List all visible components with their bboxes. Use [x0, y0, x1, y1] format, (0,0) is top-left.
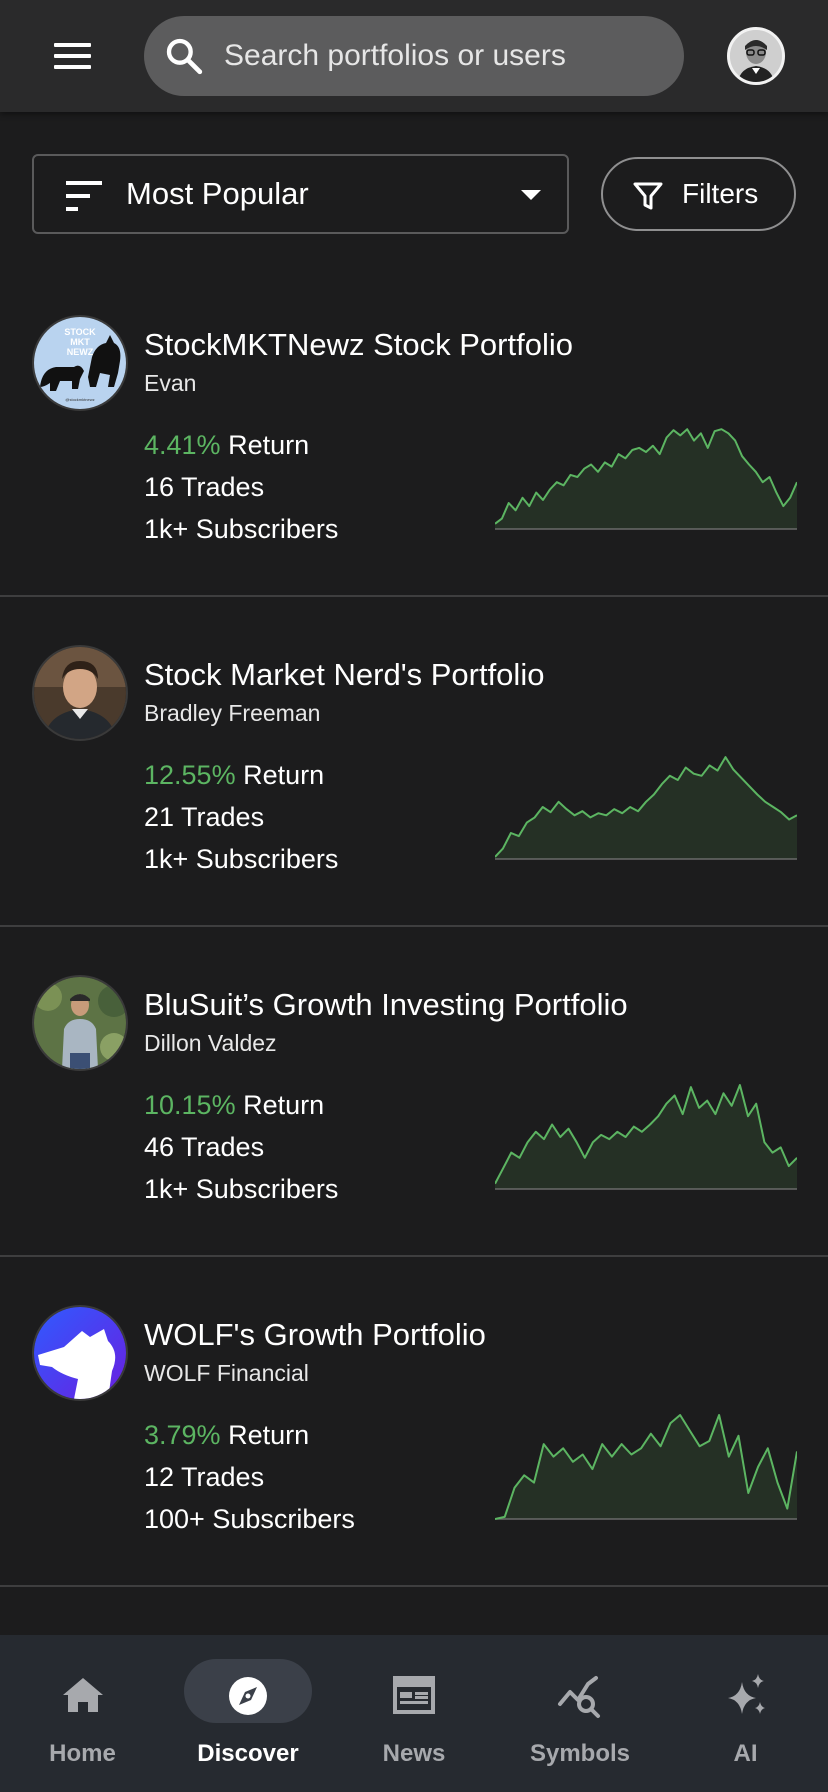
user-avatar-image — [730, 30, 782, 82]
svg-text:STOCK: STOCK — [64, 327, 96, 337]
portfolio-stats: 4.41% Return 16 Trades 1k+ Subscribers — [144, 424, 338, 550]
search-icon — [166, 38, 203, 75]
search-bar[interactable] — [144, 16, 684, 96]
return-percent: 4.41% — [144, 430, 221, 460]
return-label: Return — [220, 1420, 310, 1450]
app-root: Most Popular Filters STOCK MKT NEWZ @sto… — [0, 0, 828, 1792]
newspaper-icon — [393, 1676, 435, 1714]
top-app-bar — [0, 0, 828, 112]
portfolio-trades: 12 Trades — [144, 1462, 265, 1492]
sparkline-area — [495, 1415, 797, 1519]
sort-icon — [66, 181, 102, 211]
nav-symbols-label: Symbols — [529, 1740, 631, 1767]
portfolio-avatar — [32, 975, 128, 1071]
portfolio-avatar — [32, 1305, 128, 1401]
portfolio-owner: WOLF Financial — [144, 1360, 309, 1386]
portfolio-avatar: STOCK MKT NEWZ @stockmktnewz — [32, 315, 128, 411]
filters-label: Filters — [682, 178, 759, 209]
nav-symbols[interactable]: Symbols — [497, 1635, 663, 1792]
portfolio-card[interactable]: WOLF's Growth Portfolio WOLF Financial 3… — [0, 1257, 828, 1587]
portfolio-sparkline — [495, 428, 797, 530]
portfolio-owner: Bradley Freeman — [144, 700, 321, 726]
nav-news-label: News — [382, 1740, 446, 1767]
portfolio-sparkline — [495, 1414, 797, 1520]
nav-ai[interactable]: AI — [663, 1635, 828, 1792]
nav-discover-label: Discover — [197, 1740, 299, 1767]
sparkline-area — [495, 429, 797, 529]
nav-discover[interactable]: Discover — [165, 1635, 331, 1792]
return-percent: 10.15% — [144, 1090, 236, 1120]
sort-selected-label: Most Popular — [126, 176, 309, 211]
sparkline-area — [495, 757, 797, 859]
portfolio-trades: 46 Trades — [144, 1132, 265, 1162]
compass-icon — [229, 1677, 267, 1715]
nav-news[interactable]: News — [331, 1635, 497, 1792]
portfolio-avatar — [32, 645, 128, 741]
portfolio-sparkline — [495, 756, 797, 860]
portfolio-return: 4.41% Return — [144, 424, 338, 466]
portfolio-card[interactable]: STOCK MKT NEWZ @stockmktnewz StockMKTNew… — [0, 267, 828, 597]
chart-search-icon — [558, 1676, 600, 1718]
portfolio-sparkline — [495, 1084, 797, 1190]
portfolio-stats: 12.55% Return 21 Trades 1k+ Subscribers — [144, 754, 338, 880]
portfolio-trades: 16 Trades — [144, 472, 265, 502]
portfolio-list: STOCK MKT NEWZ @stockmktnewz StockMKTNew… — [0, 267, 828, 1587]
nav-home-label: Home — [49, 1740, 116, 1767]
portfolio-stats: 10.15% Return 46 Trades 1k+ Subscribers — [144, 1084, 338, 1210]
hamburger-menu-icon[interactable] — [40, 30, 104, 82]
svg-text:@stockmktnewz: @stockmktnewz — [65, 397, 94, 402]
portfolio-subscribers: 1k+ Subscribers — [144, 514, 339, 544]
portfolio-title: StockMKTNewz Stock Portfolio — [144, 327, 573, 362]
dillon-avatar-photo — [34, 977, 126, 1069]
portfolio-subscribers: 1k+ Subscribers — [144, 844, 339, 874]
portfolio-card[interactable]: Stock Market Nerd's Portfolio Bradley Fr… — [0, 597, 828, 927]
nav-ai-label: AI — [733, 1740, 758, 1767]
search-input[interactable] — [224, 30, 664, 82]
home-icon — [62, 1678, 103, 1712]
portfolio-title: WOLF's Growth Portfolio — [144, 1317, 486, 1352]
portfolio-subscribers: 100+ Subscribers — [144, 1504, 355, 1534]
filter-funnel-icon — [633, 182, 663, 210]
svg-text:MKT: MKT — [70, 337, 90, 347]
return-label: Return — [220, 430, 310, 460]
return-percent: 12.55% — [144, 760, 236, 790]
portfolio-stats: 3.79% Return 12 Trades 100+ Subscribers — [144, 1414, 355, 1540]
portfolio-return: 12.55% Return — [144, 754, 338, 796]
return-percent: 3.79% — [144, 1420, 221, 1450]
chevron-down-icon — [521, 190, 541, 200]
sort-dropdown[interactable]: Most Popular — [32, 154, 569, 234]
portfolio-card[interactable]: BluSuit’s Growth Investing Portfolio Dil… — [0, 927, 828, 1257]
svg-text:NEWZ: NEWZ — [67, 347, 94, 357]
sparkle-icon — [727, 1674, 765, 1714]
portfolio-return: 3.79% Return — [144, 1414, 355, 1456]
return-label: Return — [235, 760, 325, 790]
portfolio-subscribers: 1k+ Subscribers — [144, 1174, 339, 1204]
stockmktnewz-logo: STOCK MKT NEWZ @stockmktnewz — [34, 317, 126, 409]
bottom-navigation: Home Discover News Symbols AI — [0, 1635, 828, 1792]
filters-button[interactable]: Filters — [601, 157, 796, 231]
portfolio-owner: Dillon Valdez — [144, 1030, 277, 1056]
user-avatar[interactable] — [727, 27, 785, 85]
nav-home[interactable]: Home — [0, 1635, 165, 1792]
wolf-logo — [34, 1307, 126, 1399]
return-label: Return — [235, 1090, 325, 1120]
portfolio-trades: 21 Trades — [144, 802, 265, 832]
bradley-avatar-photo — [34, 647, 126, 739]
portfolio-title: BluSuit’s Growth Investing Portfolio — [144, 987, 628, 1022]
portfolio-title: Stock Market Nerd's Portfolio — [144, 657, 545, 692]
portfolio-return: 10.15% Return — [144, 1084, 338, 1126]
portfolio-owner: Evan — [144, 370, 197, 396]
